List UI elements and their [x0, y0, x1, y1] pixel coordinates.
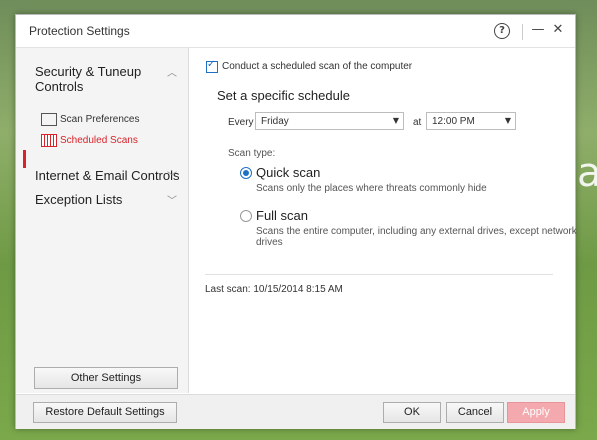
full-scan-radio[interactable]: [240, 210, 252, 222]
divider: [205, 274, 553, 275]
chevron-down-icon: ﹀: [167, 172, 177, 183]
dropdown-arrow-icon: ▼: [392, 116, 399, 125]
titlebar-separator: [522, 24, 523, 40]
restore-defaults-button[interactable]: Restore Default Settings: [33, 402, 177, 423]
chevron-up-icon: ︿: [167, 68, 177, 79]
apply-button[interactable]: Apply: [507, 402, 565, 423]
day-value: Friday: [261, 116, 289, 127]
dropdown-arrow-icon: ▼: [504, 116, 511, 125]
window-title: Protection Settings: [29, 24, 130, 38]
cancel-button[interactable]: Cancel: [446, 402, 504, 423]
ok-button[interactable]: OK: [383, 402, 441, 423]
sidebar-section-security[interactable]: Security & Tuneup Controls ︿: [35, 64, 183, 94]
quick-scan-radio[interactable]: [240, 167, 252, 179]
background-glyph: a: [577, 150, 597, 196]
sidebar-item-label: Scan Preferences: [60, 114, 140, 125]
sidebar-section-internet-email[interactable]: Internet & Email Controls ﹀: [35, 168, 183, 183]
schedule-heading: Set a specific schedule: [217, 88, 350, 103]
last-scan-text: Last scan: 10/15/2014 8:15 AM: [205, 284, 343, 295]
other-settings-button[interactable]: Other Settings: [34, 367, 178, 389]
help-icon[interactable]: ?: [494, 23, 510, 39]
scheduled-scan-label: Conduct a scheduled scan of the computer: [222, 61, 413, 72]
protection-settings-window: Protection Settings ? — ✕ Security & Tun…: [15, 14, 577, 429]
active-indicator: [23, 150, 26, 168]
day-select[interactable]: Friday ▼: [255, 112, 404, 130]
title-bar: Protection Settings ? — ✕: [16, 15, 575, 48]
full-scan-description-line2: drives: [256, 237, 283, 248]
section-label: Exception Lists: [35, 192, 123, 207]
footer-bar: Restore Default Settings OK Cancel Apply: [16, 394, 575, 429]
minimize-icon[interactable]: —: [529, 21, 547, 39]
section-label: Internet & Email Controls: [35, 168, 180, 183]
sidebar-section-exception-lists[interactable]: Exception Lists ﹀: [35, 192, 183, 207]
sidebar-item-label: Scheduled Scans: [60, 135, 138, 146]
scan-type-label: Scan type:: [228, 148, 276, 159]
close-icon[interactable]: ✕: [549, 21, 567, 39]
quick-scan-label: Quick scan: [256, 165, 321, 180]
section-label-line2: Controls: [35, 79, 84, 94]
scheduled-scan-checkbox[interactable]: [206, 59, 218, 73]
section-label-line1: Security & Tuneup: [35, 64, 142, 79]
chevron-down-icon: ﹀: [167, 196, 177, 207]
time-select[interactable]: 12:00 PM ▼: [426, 112, 516, 130]
full-scan-label: Full scan: [256, 208, 309, 223]
monitor-icon: [41, 113, 57, 126]
full-scan-description-line1: Scans the entire computer, including any…: [256, 226, 577, 237]
at-label: at: [413, 117, 422, 128]
main-content: Conduct a scheduled scan of the computer…: [189, 48, 577, 393]
every-label: Every: [228, 117, 254, 128]
quick-scan-description: Scans only the places where threats comm…: [256, 183, 487, 194]
calendar-icon: [41, 134, 57, 147]
time-value: 12:00 PM: [432, 116, 475, 127]
sidebar: Security & Tuneup Controls ︿ Scan Prefer…: [16, 48, 189, 393]
